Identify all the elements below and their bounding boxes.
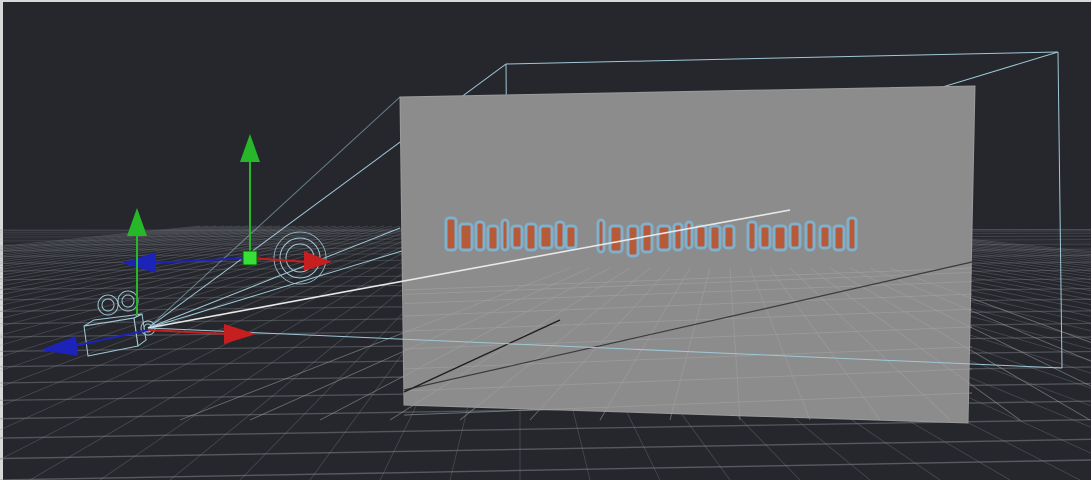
glyph-block	[694, 224, 708, 250]
glyph-block	[672, 222, 684, 252]
3d-viewport[interactable]	[0, 0, 1091, 480]
glyph-block	[832, 224, 846, 252]
glyph-block	[596, 218, 606, 254]
glyph-block	[486, 224, 500, 252]
gizmo-pivot[interactable]	[242, 250, 258, 266]
glyph-block	[554, 220, 566, 250]
glyph-block	[538, 224, 554, 250]
glyph-block	[788, 222, 802, 250]
glyph-block	[564, 224, 578, 250]
glyph-block	[500, 218, 510, 252]
glyph-block	[524, 222, 538, 252]
viewport-canvas[interactable]	[0, 0, 1091, 480]
glyph-block	[640, 222, 654, 254]
glyph-block	[656, 224, 672, 252]
glyph-block	[746, 220, 758, 252]
glyph-block	[804, 220, 816, 252]
glyph-block	[818, 224, 832, 250]
glyph-block	[458, 222, 474, 252]
glyph-block	[846, 216, 858, 252]
glyph-block	[722, 224, 736, 250]
glyph-block	[510, 224, 524, 250]
glyph-block	[772, 224, 788, 252]
glyph-block	[608, 224, 624, 254]
glyph-block	[444, 216, 458, 252]
glyph-block	[758, 224, 772, 250]
glyph-block	[626, 224, 640, 258]
glyph-block	[474, 220, 486, 252]
glyph-block	[708, 224, 722, 252]
glyph-block	[684, 220, 694, 250]
